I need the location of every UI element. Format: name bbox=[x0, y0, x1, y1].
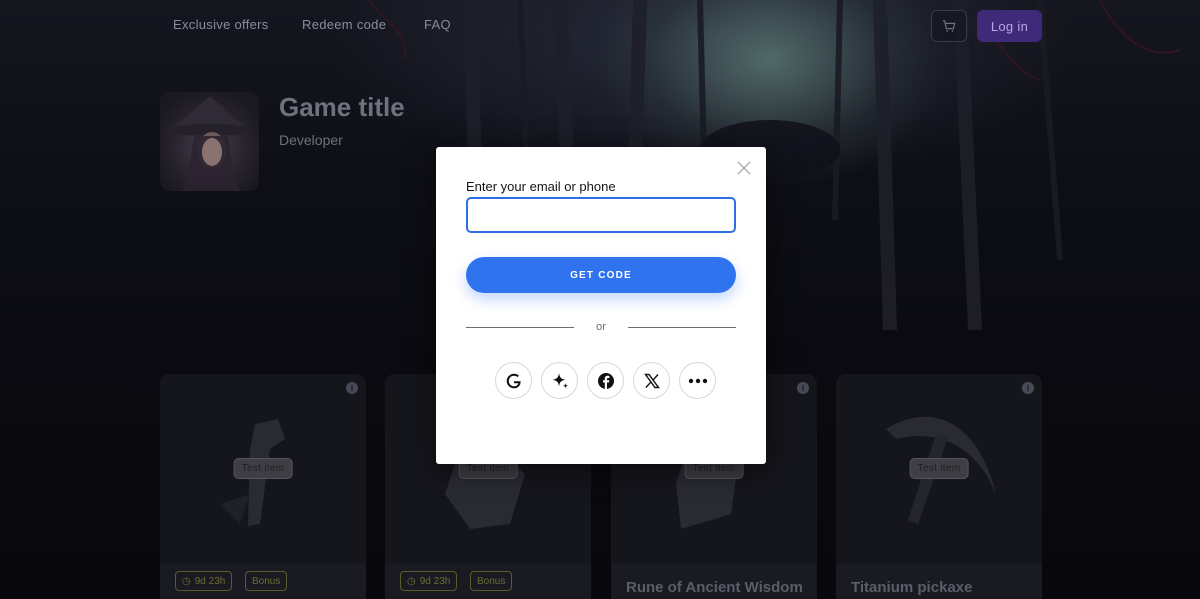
google-icon bbox=[506, 373, 521, 388]
more-login-options-button[interactable] bbox=[679, 362, 716, 399]
email-phone-label: Enter your email or phone bbox=[466, 179, 616, 194]
facebook-login-button[interactable] bbox=[587, 362, 624, 399]
google-login-button[interactable] bbox=[495, 362, 532, 399]
login-modal: Enter your email or phone GET CODE or bbox=[436, 147, 766, 464]
more-icon bbox=[688, 378, 707, 383]
get-code-button[interactable]: GET CODE bbox=[466, 257, 736, 293]
email-phone-input[interactable] bbox=[466, 197, 736, 233]
store-page: Exclusive offers Redeem code FAQ Log in … bbox=[0, 0, 1200, 599]
close-icon bbox=[737, 161, 751, 175]
sparkle-icon bbox=[552, 372, 568, 389]
x-login-button[interactable] bbox=[633, 362, 670, 399]
ai-login-button[interactable] bbox=[541, 362, 578, 399]
x-icon bbox=[643, 373, 660, 388]
close-button[interactable] bbox=[736, 160, 752, 176]
divider-right bbox=[628, 327, 736, 328]
facebook-icon bbox=[597, 372, 614, 389]
